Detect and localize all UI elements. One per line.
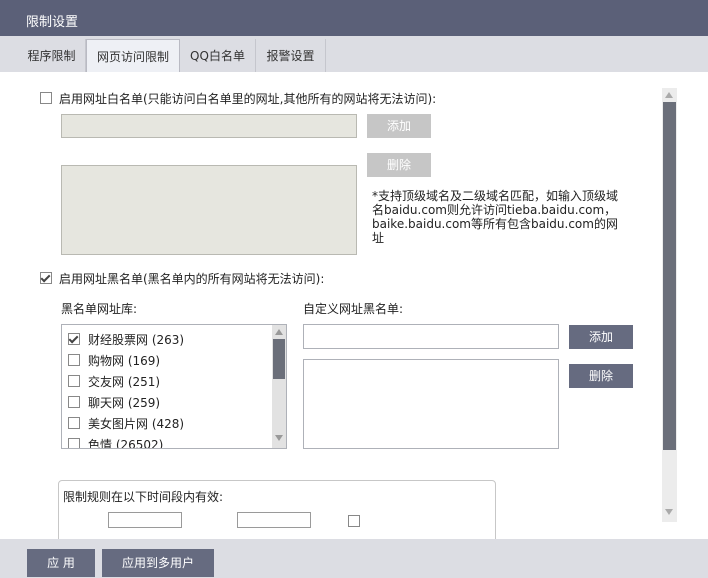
apply-to-multiple-users-button[interactable]: 应用到多用户 [102, 549, 214, 577]
list-item-label: 财经股票网 (263) [88, 333, 185, 347]
scroll-up-arrow-icon[interactable] [665, 92, 673, 98]
tab-qq-whitelist[interactable]: QQ白名单 [180, 39, 256, 72]
window-title: 限制设置 [26, 15, 79, 30]
time-from-spinner[interactable] [108, 512, 182, 528]
whitelist-enable-label: 启用网址白名单(只能访问白名单里的网址,其他所有的网站将无法访问): [59, 92, 437, 106]
whitelist-url-list[interactable] [61, 165, 357, 255]
footer-bar: 应 用 应用到多用户 [0, 539, 708, 578]
list-item-label: 美女图片网 (428) [88, 417, 185, 431]
whitelist-note-line-4: 址 [372, 231, 385, 245]
custom-blacklist-input[interactable] [303, 324, 559, 349]
blacklist-enable-checkbox[interactable] [40, 272, 52, 284]
list-item-label: 聊天网 (259) [88, 396, 161, 410]
list-item-label: 购物网 (169) [88, 354, 161, 368]
settings-content: 启用网址白名单(只能访问白名单里的网址,其他所有的网站将无法访问): 添加 删除… [18, 72, 696, 539]
apply-button[interactable]: 应 用 [27, 549, 95, 577]
time-rule-checkbox[interactable] [348, 515, 360, 527]
tab-alarm-settings[interactable]: 报警设置 [256, 39, 326, 72]
list-item-checkbox[interactable] [68, 375, 80, 387]
blacklist-library-label: 黑名单网址库: [61, 302, 138, 316]
custom-blacklist-label: 自定义网址黑名单: [303, 302, 404, 316]
main-scrollbar-thumb[interactable] [663, 102, 676, 450]
blacklist-delete-button[interactable]: 删除 [569, 364, 633, 388]
whitelist-url-input[interactable] [61, 114, 357, 138]
list-item-checkbox[interactable] [68, 417, 80, 429]
main-scrollbar[interactable] [662, 88, 677, 522]
whitelist-note-line-1: *支持顶级域名及二级域名匹配，如输入顶级域 [372, 189, 619, 203]
blacklist-enable-label: 启用网址黑名单(黑名单内的所有网站将无法访问): [59, 272, 325, 286]
scroll-down-arrow-icon[interactable] [665, 509, 673, 515]
tab-strip: 程序限制 网页访问限制 QQ白名单 报警设置 [0, 36, 708, 72]
custom-blacklist-list[interactable] [303, 359, 559, 449]
list-scrollbar[interactable] [272, 325, 286, 448]
blacklist-library-list[interactable]: 财经股票网 (263) 购物网 (169) 交友网 (251) 聊天网 (259… [61, 324, 287, 449]
tab-web-access-limit[interactable]: 网页访问限制 [86, 39, 180, 72]
whitelist-note-line-3: baike.baidu.com等所有包含baidu.com的网 [372, 217, 618, 231]
list-item-label: 交友网 (251) [88, 375, 161, 389]
whitelist-enable-checkbox[interactable] [40, 92, 52, 104]
list-item-label: 色情 (26502) [88, 438, 164, 449]
blacklist-add-button[interactable]: 添加 [569, 325, 633, 349]
list-item-checkbox[interactable] [68, 354, 80, 366]
whitelist-add-button[interactable]: 添加 [367, 114, 431, 138]
tab-program-limit[interactable]: 程序限制 [18, 39, 86, 72]
list-item-checkbox[interactable] [68, 333, 80, 345]
title-bar: 限制设置 [0, 0, 708, 36]
whitelist-note-line-2: 名baidu.com则允许访问tieba.baidu.com， [372, 203, 617, 217]
time-to-spinner[interactable] [237, 512, 311, 528]
time-rule-label: 限制规则在以下时间段内有效: [63, 490, 224, 504]
scroll-up-arrow-icon[interactable] [275, 329, 283, 335]
list-item-checkbox[interactable] [68, 438, 80, 448]
scroll-down-arrow-icon[interactable] [275, 435, 283, 441]
list-item-checkbox[interactable] [68, 396, 80, 408]
list-scrollbar-thumb[interactable] [273, 339, 285, 379]
whitelist-delete-button[interactable]: 删除 [367, 153, 431, 177]
